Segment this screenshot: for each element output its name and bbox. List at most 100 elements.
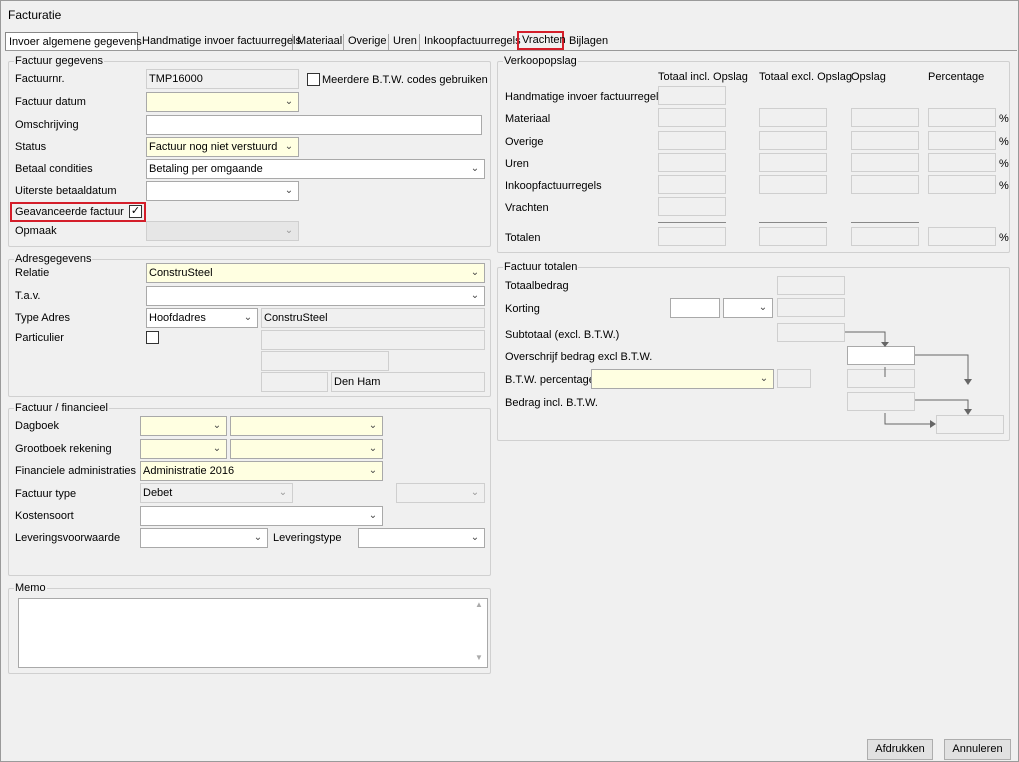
- materiaal-totaal-incl: [658, 108, 726, 127]
- betaal-condities-value: Betaling per omgaande: [149, 163, 263, 175]
- type-adres-label: Type Adres: [15, 312, 71, 324]
- btw-percentage-label: B.T.W. percentage: [505, 374, 595, 386]
- tab-materiaal[interactable]: Materiaal: [294, 34, 344, 50]
- tav-select[interactable]: ⌄: [146, 286, 485, 306]
- dagboek-label: Dagboek: [15, 420, 60, 432]
- grootboek-omschrijving-select[interactable]: ⌄: [230, 439, 383, 459]
- subtotaal-field: [777, 323, 845, 342]
- chevron-down-icon: ⌄: [243, 312, 253, 323]
- relatie-label: Relatie: [15, 267, 50, 279]
- omschrijving-label: Omschrijving: [15, 119, 79, 131]
- row-uren-label: Uren: [505, 158, 529, 170]
- verkoopopslag-title: Verkoopopslag: [503, 55, 578, 68]
- arrow-down-icon: [964, 409, 972, 415]
- row-overige-label: Overige: [505, 136, 544, 148]
- btw-percentage-select[interactable]: ⌄: [591, 369, 774, 389]
- leveringstype-label: Leveringstype: [273, 532, 342, 544]
- row-inkoop-label: Inkoopfactuurregels: [505, 180, 602, 192]
- korting-input[interactable]: [670, 298, 720, 318]
- totaal-line-3: [851, 222, 919, 223]
- factuur-datum-label: Factuur datum: [15, 96, 86, 108]
- postcode-field: [261, 372, 328, 392]
- bedrag-incl-label: Bedrag incl. B.T.W.: [505, 397, 598, 409]
- totaalbedrag-label: Totaalbedrag: [505, 280, 569, 292]
- memo-scrollbar[interactable]: ▲ ▼: [472, 600, 486, 666]
- factuur-datum-picker[interactable]: ⌄: [146, 92, 299, 112]
- factuur-type-extra-select[interactable]: ⌄: [396, 483, 485, 503]
- meerdere-btw-label: Meerdere B.T.W. codes gebruiken: [322, 74, 488, 86]
- memo-textarea[interactable]: [18, 598, 488, 668]
- opmaak-select[interactable]: ⌄: [146, 221, 299, 241]
- tab-inkoopfactuurregels[interactable]: Inkoopfactuurregels: [421, 34, 521, 50]
- uiterste-betaaldatum-picker[interactable]: ⌄: [146, 181, 299, 201]
- omschrijving-input[interactable]: [146, 115, 482, 135]
- header-opslag: Opslag: [851, 71, 886, 83]
- inkoop-percent-sign: %: [999, 180, 1009, 192]
- header-percentage: Percentage: [928, 71, 985, 83]
- chevron-down-icon: ⌄: [470, 532, 480, 543]
- tab-handmatige-invoer[interactable]: Handmatige invoer factuurregels: [139, 34, 301, 50]
- totalen-percentage: [928, 227, 996, 246]
- annuleren-button[interactable]: Annuleren: [944, 739, 1011, 760]
- tab-bijlagen[interactable]: Bijlagen: [566, 34, 610, 50]
- factuur-totalen-title: Factuur totalen: [503, 261, 579, 274]
- materiaal-opslag: [851, 108, 919, 127]
- overige-totaal-incl: [658, 131, 726, 150]
- betaal-condities-label: Betaal condities: [15, 163, 93, 175]
- betaal-condities-select[interactable]: Betaling per omgaande ⌄: [146, 159, 485, 179]
- materiaal-totaal-excl: [759, 108, 827, 127]
- kostensoort-label: Kostensoort: [15, 510, 74, 522]
- totaal-line-1: [658, 222, 726, 223]
- arrow-right-icon: [930, 420, 936, 428]
- totaalbedrag-field: [777, 276, 845, 295]
- arrow-down-icon: [881, 342, 889, 347]
- status-select[interactable]: Factuur nog niet verstuurd ⌄: [146, 137, 299, 157]
- inkoop-totaal-incl: [658, 175, 726, 194]
- chevron-down-icon: ⌄: [284, 141, 294, 152]
- memo-title: Memo: [14, 582, 47, 595]
- afdrukken-button[interactable]: Afdrukken: [867, 739, 933, 760]
- row-handmatige-label: Handmatige invoer factuurregels: [505, 91, 664, 103]
- factuur-type-label: Factuur type: [15, 488, 77, 500]
- administraties-select[interactable]: Administratie 2016 ⌄: [140, 461, 383, 481]
- chevron-down-icon: ⌄: [212, 443, 222, 454]
- geavanceerde-label: Geavanceerde factuur: [15, 206, 124, 218]
- korting-bedrag-field: [777, 298, 845, 317]
- relatie-select[interactable]: ConstruSteel ⌄: [146, 263, 485, 283]
- chevron-down-icon: ⌄: [368, 465, 378, 476]
- administraties-value: Administratie 2016: [143, 465, 235, 477]
- chevron-down-icon: ⌄: [253, 532, 263, 543]
- uren-totaal-excl: [759, 153, 827, 172]
- type-adres-value: Hoofdadres: [149, 312, 206, 324]
- kostensoort-select[interactable]: ⌄: [140, 506, 383, 526]
- inkoop-opslag: [851, 175, 919, 194]
- korting-type-select[interactable]: ⌄: [723, 298, 773, 318]
- row-materiaal-label: Materiaal: [505, 113, 551, 125]
- leveringsvoorwaarde-select[interactable]: ⌄: [140, 528, 268, 548]
- factuur-type-select[interactable]: Debet ⌄: [140, 483, 293, 503]
- adres-straat-field: [261, 330, 485, 350]
- flow-arrows: [845, 331, 972, 428]
- grootboek-select[interactable]: ⌄: [140, 439, 227, 459]
- chevron-down-icon: ⌄: [470, 290, 480, 301]
- meerdere-btw-checkbox[interactable]: [307, 73, 320, 86]
- particulier-checkbox[interactable]: [146, 331, 159, 344]
- administraties-label: Financiele administraties: [15, 465, 137, 477]
- totalen-percent-sign: %: [999, 232, 1009, 244]
- tav-label: T.a.v.: [15, 290, 41, 302]
- chevron-down-icon: ⌄: [284, 225, 294, 236]
- chevron-down-icon: ⌄: [284, 185, 294, 196]
- totalen-opslag: [851, 227, 919, 246]
- geavanceerde-checkbox[interactable]: ✓: [129, 205, 142, 218]
- leveringstype-select[interactable]: ⌄: [358, 528, 485, 548]
- dagboek-select[interactable]: ⌄: [140, 416, 227, 436]
- overschrijf-label: Overschrijf bedrag excl B.T.W.: [505, 351, 653, 363]
- type-adres-select[interactable]: Hoofdadres ⌄: [146, 308, 258, 328]
- tab-uren[interactable]: Uren: [390, 34, 420, 50]
- tab-invoer-algemene-gegevens[interactable]: Invoer algemene gegevens: [5, 32, 142, 51]
- particulier-label: Particulier: [15, 332, 64, 344]
- status-label: Status: [15, 141, 47, 153]
- tab-vrachten[interactable]: Vrachten: [517, 31, 566, 50]
- tab-overige[interactable]: Overige: [345, 34, 389, 50]
- dagboek-omschrijving-select[interactable]: ⌄: [230, 416, 383, 436]
